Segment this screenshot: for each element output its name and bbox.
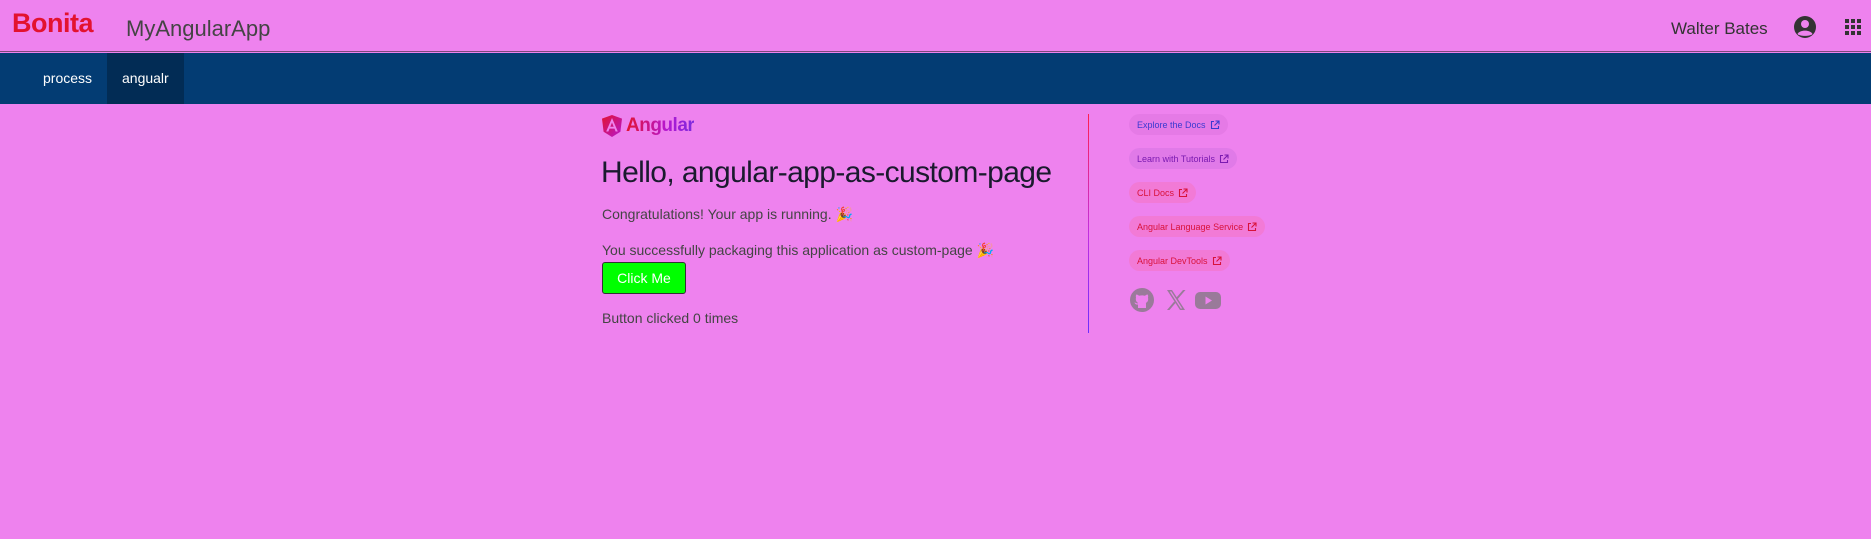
explore-docs-link[interactable]: Explore the Docs [1129, 114, 1228, 135]
divider [1088, 114, 1089, 333]
user-name[interactable]: Walter Bates [1671, 19, 1768, 39]
page-title: Hello, angular-app-as-custom-page [601, 156, 1052, 189]
cli-docs-link[interactable]: CLI Docs [1129, 182, 1197, 203]
user-circle-icon[interactable] [1793, 15, 1817, 39]
language-service-link[interactable]: Angular Language Service [1129, 216, 1266, 237]
congrats-text: Congratulations! Your app is running. 🎉 [602, 206, 853, 222]
link-label: Angular DevTools [1137, 255, 1208, 266]
angular-wordmark: Angular [626, 115, 695, 136]
apps-grid-icon[interactable] [1845, 19, 1861, 35]
click-me-button[interactable]: Click Me [602, 262, 686, 294]
link-label: Angular Language Service [1137, 221, 1244, 232]
bonita-logo[interactable]: Bonita [12, 8, 94, 39]
link-label: Learn with Tutorials [1137, 153, 1216, 164]
external-link-icon [1248, 221, 1257, 231]
click-counter-text: Button clicked 0 times [602, 310, 739, 326]
x-icon[interactable] [1163, 287, 1189, 313]
learn-tutorials-link[interactable]: Learn with Tutorials [1129, 148, 1238, 169]
devtools-link[interactable]: Angular DevTools [1129, 250, 1230, 271]
packaging-text: You successfully packaging this applicat… [602, 242, 995, 258]
github-icon[interactable] [1129, 287, 1155, 313]
main-content: Angular Hello, angular-app-as-custom-pag… [0, 104, 1871, 539]
external-link-icon [1212, 255, 1222, 265]
link-label: Explore the Docs [1137, 119, 1206, 130]
youtube-icon[interactable] [1194, 287, 1222, 313]
navigation-bar: process angualr [0, 53, 1871, 104]
link-label: CLI Docs [1137, 187, 1175, 198]
top-header: Bonita MyAngularApp Walter Bates [0, 0, 1871, 52]
angular-logo: Angular [602, 114, 695, 138]
nav-item-angualr[interactable]: angualr [107, 53, 184, 104]
nav-item-process[interactable]: process [28, 53, 107, 104]
app-name[interactable]: MyAngularApp [126, 16, 270, 42]
external-link-icon [1178, 187, 1188, 197]
external-link-icon [1210, 119, 1220, 129]
angular-shield-icon [602, 115, 622, 137]
external-link-icon [1219, 153, 1229, 163]
